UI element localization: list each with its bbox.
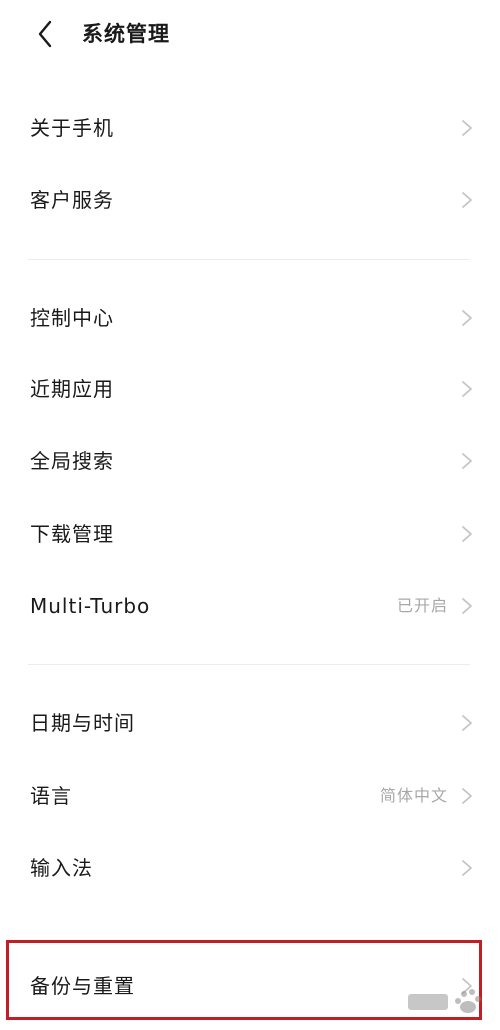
chevron-right-icon (462, 860, 472, 876)
row-label: 控制中心 (30, 306, 114, 330)
chevron-right-icon (462, 453, 472, 469)
chevron-right-icon (462, 526, 472, 542)
row-label: 日期与时间 (30, 711, 135, 735)
settings-row-download-manager[interactable]: 下载管理 (0, 502, 500, 566)
settings-row-global-search[interactable]: 全局搜索 (0, 429, 500, 493)
row-label: 语言 (30, 784, 72, 808)
settings-row-customer-service[interactable]: 客户服务 (0, 168, 500, 232)
row-label: Multi-Turbo (30, 594, 151, 618)
chevron-left-icon (38, 20, 52, 48)
row-label: 近期应用 (30, 377, 114, 401)
chevron-right-icon (462, 381, 472, 397)
back-button[interactable] (28, 16, 64, 52)
settings-row-recent-apps[interactable]: 近期应用 (0, 357, 500, 421)
settings-row-multi-turbo[interactable]: Multi-Turbo 已开启 (0, 574, 500, 638)
row-value: 简体中文 (379, 786, 448, 805)
baidu-watermark-icon (408, 989, 481, 1013)
row-value: 已开启 (396, 596, 448, 615)
top-bar: 系统管理 (0, 0, 500, 70)
chevron-right-icon (462, 598, 472, 614)
chevron-right-icon (462, 310, 472, 326)
settings-row-about-phone[interactable]: 关于手机 (0, 96, 500, 160)
group-divider (28, 259, 470, 260)
settings-row-control-center[interactable]: 控制中心 (0, 286, 500, 350)
row-label: 关于手机 (30, 116, 114, 140)
page-title: 系统管理 (82, 22, 170, 46)
settings-row-language[interactable]: 语言 简体中文 (0, 764, 500, 828)
group-divider (28, 664, 470, 665)
row-label: 客户服务 (30, 188, 114, 212)
row-label: 下载管理 (30, 522, 114, 546)
row-label: 输入法 (30, 856, 93, 880)
row-label: 全局搜索 (30, 449, 114, 473)
settings-row-date-time[interactable]: 日期与时间 (0, 691, 500, 755)
chevron-right-icon (462, 788, 472, 804)
chevron-right-icon (462, 192, 472, 208)
chevron-right-icon (462, 715, 472, 731)
chevron-right-icon (462, 120, 472, 136)
settings-row-input-method[interactable]: 输入法 (0, 836, 500, 900)
